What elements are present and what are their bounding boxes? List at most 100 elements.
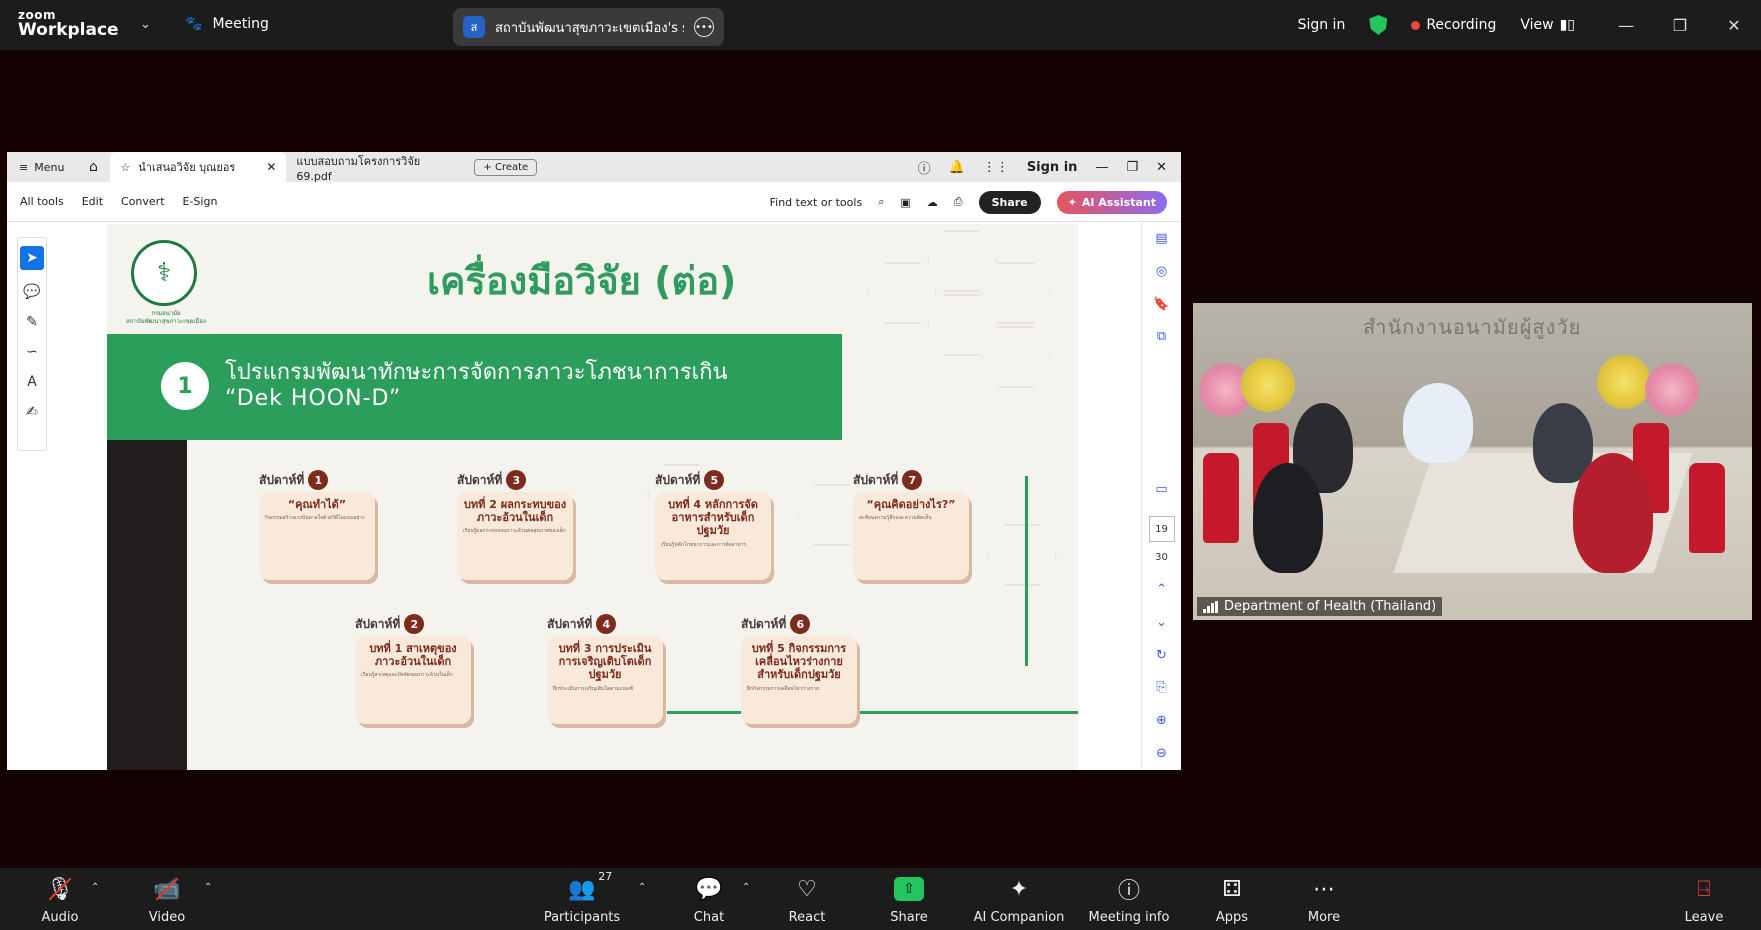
- leave-button[interactable]: ⍈ Leave: [1659, 874, 1749, 926]
- zoom-window: zoom Workplace ⌄ 🐾 Meeting ส สถาบันพัฒนา…: [0, 0, 1761, 930]
- hexagon-decor: [927, 294, 997, 356]
- lasso-icon[interactable]: ∽: [26, 344, 38, 360]
- hexagon-decor: [927, 230, 997, 292]
- week-heading: “คุณทำได้”: [287, 498, 347, 511]
- week-card: สัปดาห์ที่ 4 บทที่ 3 การประเมินการเจริญเต…: [547, 614, 663, 724]
- minimize-icon[interactable]: —: [1095, 160, 1108, 175]
- sign-in-button[interactable]: Sign in: [1298, 17, 1346, 33]
- comment-icon[interactable]: 💬: [23, 284, 40, 300]
- presentation-icon[interactable]: ▭: [1155, 473, 1167, 506]
- chevron-down-icon[interactable]: ⌄: [1156, 606, 1167, 639]
- participants-button[interactable]: 👥 27 Participants: [537, 870, 627, 925]
- tab-presentation[interactable]: ☆ นำเสนอวิจัย บุณยอร ✕: [110, 152, 287, 182]
- upload-cloud-icon[interactable]: ☁: [927, 196, 938, 209]
- week-card: สัปดาห์ที่ 3 บทที่ 2 ผลกระทบของภาวะอ้วนใน…: [457, 470, 573, 580]
- participants-options-caret-icon[interactable]: ⌃: [638, 882, 646, 893]
- chevron-up-icon[interactable]: ⌃: [1156, 573, 1167, 606]
- leave-door-icon: ⍈: [1697, 876, 1711, 902]
- chat-options-caret-icon[interactable]: ⌃: [742, 882, 750, 893]
- view-button[interactable]: View ▮▯: [1520, 17, 1575, 33]
- heart-icon: ♡: [797, 876, 817, 902]
- ai-sparkle-icon: ✦: [1009, 876, 1029, 902]
- share-screen-button[interactable]: ⇧ Share: [864, 874, 954, 925]
- sign-icon[interactable]: ✍: [26, 404, 38, 420]
- info-icon: ⓘ: [1117, 879, 1140, 904]
- left-tool-rail: ➤ 💬 ✎ ∽ A ✍: [17, 237, 47, 451]
- more-icon[interactable]: •••: [694, 17, 714, 37]
- print-icon[interactable]: ⎙: [954, 195, 963, 209]
- rotate-icon[interactable]: ↻: [1156, 639, 1167, 672]
- pen-icon[interactable]: ✎: [26, 314, 38, 330]
- tab-questionnaire[interactable]: แบบสอบถามโครงการวิจัย 69.pdf: [286, 152, 462, 183]
- week-heading: บทที่ 5 กิจกรรมการเคลื่อนไหวร่างกายสำหรั…: [751, 642, 847, 682]
- person-decor: [1573, 453, 1653, 573]
- ai-assistant-button[interactable]: ✦ AI Assistant: [1056, 190, 1167, 214]
- select-cursor-icon[interactable]: ➤: [20, 246, 44, 270]
- text-select-icon[interactable]: A: [27, 374, 37, 390]
- meeting-menu[interactable]: 🐾 Meeting: [185, 16, 269, 32]
- view-label: View: [1520, 17, 1554, 33]
- menu-label: Menu: [34, 160, 65, 174]
- save-icon[interactable]: ▣: [900, 196, 910, 209]
- properties-icon[interactable]: ▤: [1155, 222, 1167, 255]
- acrobat-tab-bar: ≡ Menu ⌂ ☆ นำเสนอวิจัย บุณยอร ✕ แบบสอบถา…: [7, 152, 1181, 183]
- apps-button[interactable]: ⚃ Apps: [1187, 874, 1277, 926]
- ai-companion-button[interactable]: ✦ AI Companion: [974, 874, 1065, 926]
- banner-line-2: “Dek HOON-D”: [225, 386, 402, 411]
- participant-video[interactable]: สำนักงานอนามัยผู้สูงวัย Department of He…: [1193, 303, 1752, 620]
- screen-share-indicator[interactable]: ส สถาบันพัฒนาสุขภาวะเขตเมือง's scree •••: [453, 8, 724, 46]
- restore-icon[interactable]: ❐: [1126, 160, 1138, 175]
- restore-icon[interactable]: ❐: [1653, 16, 1707, 35]
- search-icon[interactable]: ⌕: [878, 195, 884, 209]
- apps-grid-icon[interactable]: ⋮⋮: [983, 160, 1009, 175]
- bell-icon[interactable]: 🔔: [949, 160, 965, 175]
- video-options-caret-icon[interactable]: ⌃: [204, 882, 212, 893]
- meeting-info-button[interactable]: ⓘ Meeting info: [1084, 874, 1174, 925]
- week-card: สัปดาห์ที่ 1 “คุณทำได้” กิจกรรมสร้างแรงบัน…: [259, 470, 375, 580]
- zoom-in-icon[interactable]: ⊕: [1156, 704, 1167, 737]
- close-icon[interactable]: ✕: [1156, 160, 1167, 175]
- dark-side-bar: [107, 440, 187, 770]
- page-number-input[interactable]: 19: [1148, 516, 1175, 543]
- tool-convert[interactable]: Convert: [121, 195, 165, 208]
- comment-panel-icon[interactable]: ◎: [1156, 255, 1167, 288]
- chair-decor: [1689, 463, 1725, 553]
- flower-decor: [1645, 363, 1699, 417]
- tool-all-tools[interactable]: All tools: [20, 195, 64, 208]
- menu-button[interactable]: ≡ Menu: [7, 161, 76, 174]
- chat-button[interactable]: 💬 Chat: [664, 874, 754, 926]
- hexagon-decor: [981, 326, 1051, 388]
- create-button[interactable]: + Create: [474, 158, 538, 176]
- acrobat-window-controls: ⓘ 🔔 ⋮⋮ Sign in — ❐ ✕: [918, 152, 1181, 182]
- close-icon[interactable]: ✕: [1707, 16, 1761, 35]
- help-icon[interactable]: ⓘ: [918, 158, 931, 177]
- recording-indicator[interactable]: Recording: [1411, 17, 1496, 33]
- star-icon[interactable]: ☆: [120, 161, 130, 174]
- flower-decor: [1241, 358, 1295, 412]
- tool-esign[interactable]: E-Sign: [183, 195, 218, 208]
- week-card: สัปดาห์ที่ 6 บทที่ 5 กิจกรรมการเคลื่อนไหว…: [741, 614, 857, 724]
- bookmark-icon[interactable]: 🔖: [1153, 288, 1169, 321]
- top-right-controls: Sign in Recording View ▮▯ — ❐ ✕: [1298, 0, 1761, 50]
- acrobat-toolbar: All tools Edit Convert E-Sign Find text …: [7, 182, 1181, 222]
- find-label[interactable]: Find text or tools: [770, 196, 863, 209]
- page-extract-icon[interactable]: ⎘: [1156, 672, 1166, 705]
- minimize-icon[interactable]: —: [1599, 16, 1653, 35]
- pages-icon[interactable]: ⧉: [1157, 320, 1166, 353]
- share-button[interactable]: Share: [978, 190, 1041, 214]
- wall-sign-decor: สำนักงานอนามัยผู้สูงวัย: [1363, 315, 1582, 339]
- zoom-out-icon[interactable]: ⊖: [1156, 737, 1167, 770]
- acrobat-sign-in[interactable]: Sign in: [1027, 160, 1078, 175]
- audio-options-caret-icon[interactable]: ⌃: [91, 882, 99, 893]
- participant-name: Department of Health (Thailand): [1224, 599, 1437, 614]
- chevron-down-icon[interactable]: ⌄: [140, 17, 151, 32]
- react-button[interactable]: ♡ React: [762, 874, 852, 926]
- video-button[interactable]: 📹 Video: [122, 874, 212, 926]
- security-shield-icon[interactable]: [1369, 15, 1388, 35]
- tool-edit[interactable]: Edit: [82, 195, 103, 208]
- home-icon[interactable]: ⌂: [76, 159, 110, 175]
- close-tab-icon[interactable]: ✕: [266, 160, 276, 174]
- toolbar-actions: Find text or tools ⌕ ▣ ☁ ⎙ Share ✦ AI As…: [770, 182, 1167, 222]
- more-button[interactable]: ⋯ More: [1279, 874, 1369, 926]
- signal-strength-icon: [1203, 600, 1218, 613]
